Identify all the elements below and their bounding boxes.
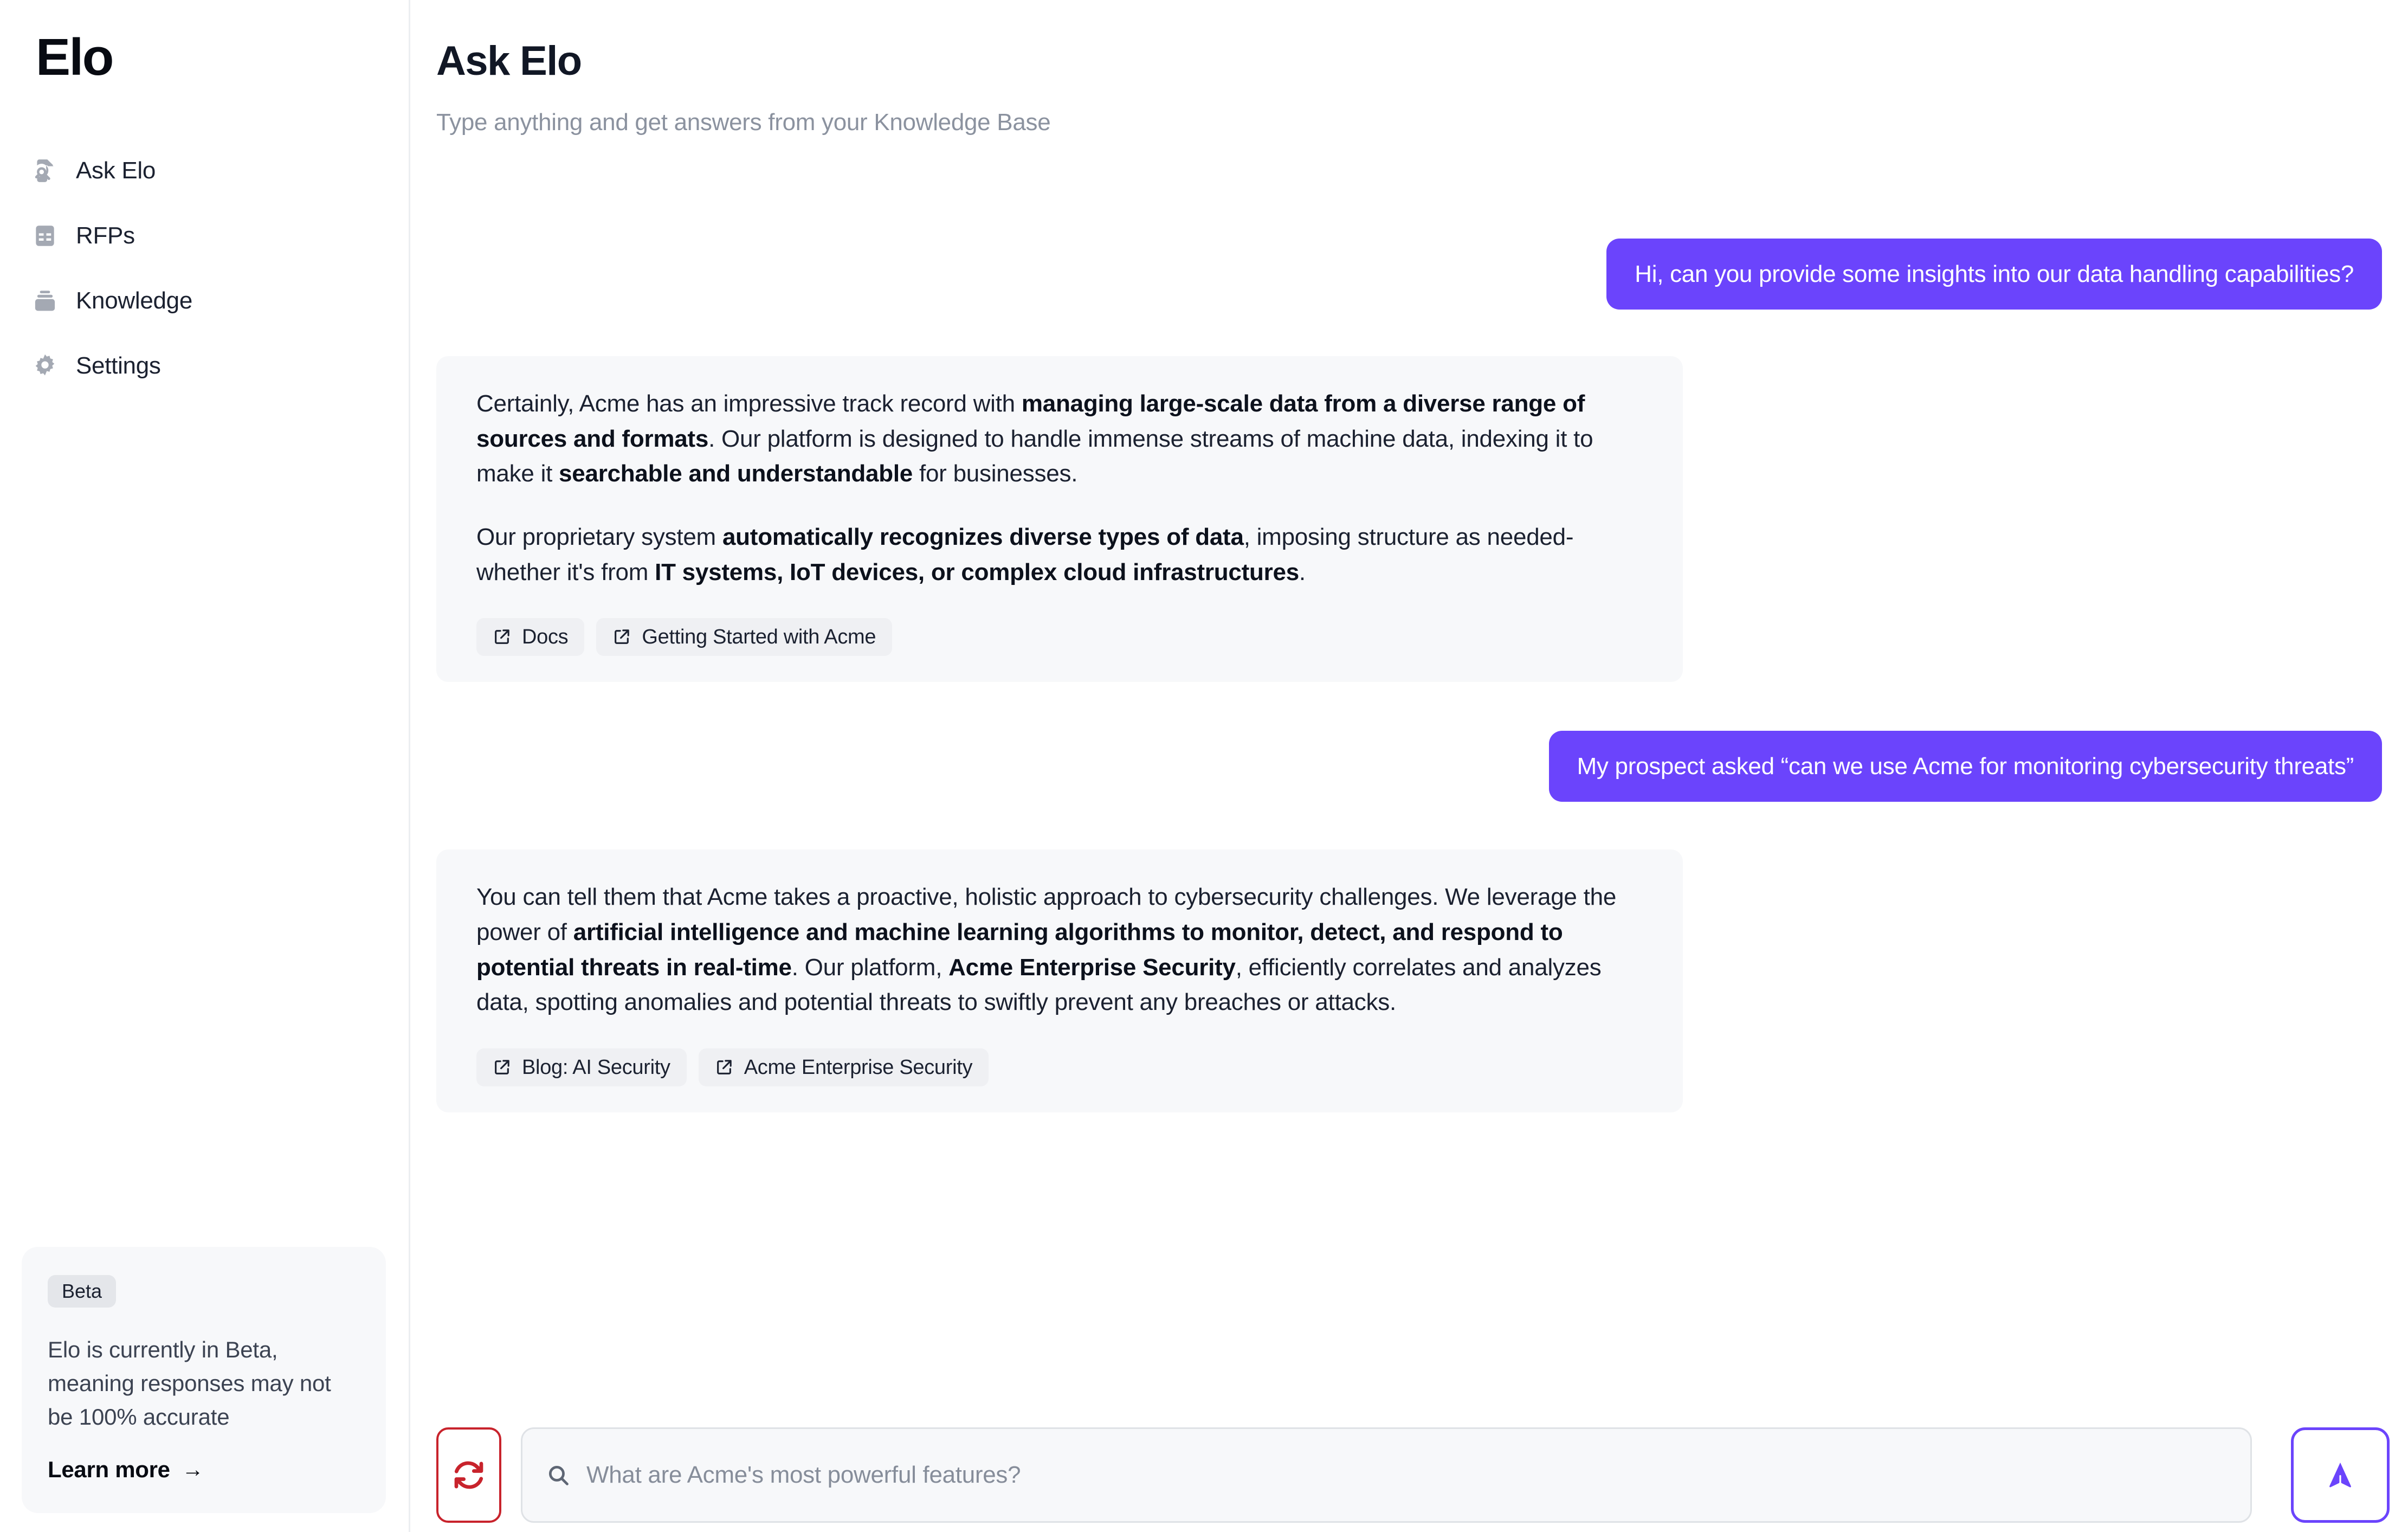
assistant-paragraph: Our proprietary system automatically rec… <box>476 520 1643 590</box>
text-run: for businesses. <box>913 460 1078 487</box>
sidebar-item-ask-elo[interactable]: Ask Elo <box>0 138 410 203</box>
beta-description: Elo is currently in Beta, meaning respon… <box>48 1336 331 1430</box>
citation-chip-label: Acme Enterprise Security <box>744 1056 973 1079</box>
external-link-icon <box>715 1058 733 1077</box>
main-content: Ask Elo Type anything and get answers fr… <box>410 0 2408 1532</box>
citation-chip-list: Docs Getting Started with Acme <box>476 618 1643 656</box>
beta-notice-card: Beta Elo is currently in Beta, meaning r… <box>22 1246 386 1513</box>
citation-chip-label: Blog: AI Security <box>522 1056 670 1079</box>
text-run-bold: IT systems, IoT devices, or complex clou… <box>655 558 1299 585</box>
arrow-right-icon: → <box>182 1458 204 1482</box>
sidebar-item-label: Knowledge <box>76 287 193 314</box>
user-message-bubble: Hi, can you provide some insights into o… <box>1606 239 2382 310</box>
refresh-icon <box>452 1458 486 1492</box>
chat-thread: Hi, can you provide some insights into o… <box>410 239 2408 1418</box>
text-run-bold: Acme Enterprise Security <box>948 954 1236 981</box>
text-run: Certainly, Acme has an impressive track … <box>476 390 1022 417</box>
status-badge: Beta <box>48 1274 117 1308</box>
search-icon <box>546 1463 570 1487</box>
text-run: . <box>1299 558 1306 585</box>
external-link-icon <box>612 628 631 646</box>
text-run: Our proprietary system <box>476 524 722 551</box>
text-run-bold: searchable and understandable <box>559 460 913 487</box>
citation-chip[interactable]: Blog: AI Security <box>476 1048 687 1087</box>
sidebar: Elo Ask Elo RFPs Knowledge Settings Beta… <box>0 0 410 1532</box>
table-icon <box>31 222 59 249</box>
chat-message-assistant: Certainly, Acme has an impressive track … <box>436 356 2382 683</box>
sidebar-item-knowledge[interactable]: Knowledge <box>0 268 410 333</box>
learn-more-link[interactable]: Learn more → <box>48 1457 360 1483</box>
citation-chip-label: Getting Started with Acme <box>642 626 876 649</box>
page-title: Ask Elo <box>436 38 582 84</box>
citation-chip[interactable]: Docs <box>476 618 585 656</box>
assistant-paragraph: You can tell them that Acme takes a proa… <box>476 880 1643 1020</box>
sidebar-item-rfps[interactable]: RFPs <box>0 203 410 268</box>
chat-message-assistant: You can tell them that Acme takes a proa… <box>436 849 2382 1113</box>
page-subtitle: Type anything and get answers from your … <box>436 109 1051 136</box>
text-run: . Our platform, <box>791 954 949 981</box>
reset-conversation-button[interactable] <box>436 1427 501 1523</box>
sidebar-item-label: Settings <box>76 352 161 379</box>
user-message-bubble: My prospect asked “can we use Acme for m… <box>1548 731 2382 802</box>
citation-chip-label: Docs <box>522 626 569 649</box>
search-input[interactable] <box>586 1462 2226 1489</box>
external-link-icon <box>493 1058 511 1077</box>
sidebar-nav: Ask Elo RFPs Knowledge Settings <box>0 138 410 398</box>
external-link-icon <box>493 628 511 646</box>
composer-bar <box>436 1418 2408 1532</box>
send-arrow-icon <box>2322 1457 2358 1493</box>
assistant-message-bubble: Certainly, Acme has an impressive track … <box>436 356 1683 683</box>
chat-message-user: Hi, can you provide some insights into o… <box>436 239 2382 310</box>
app-logo: Elo <box>36 28 114 86</box>
app-root: Elo Ask Elo RFPs Knowledge Settings Beta… <box>0 0 2408 1532</box>
citation-chip-list: Blog: AI Security Acme Enterprise Securi… <box>476 1048 1643 1087</box>
citation-chip[interactable]: Getting Started with Acme <box>596 618 893 656</box>
sidebar-item-label: Ask Elo <box>76 157 156 184</box>
assistant-message-bubble: You can tell them that Acme takes a proa… <box>436 849 1683 1113</box>
file-search-icon <box>31 157 59 184</box>
chat-message-user: My prospect asked “can we use Acme for m… <box>436 731 2382 802</box>
sidebar-item-settings[interactable]: Settings <box>0 333 410 398</box>
gear-icon <box>31 352 59 379</box>
citation-chip[interactable]: Acme Enterprise Security <box>698 1048 989 1087</box>
assistant-paragraph: Certainly, Acme has an impressive track … <box>476 387 1643 492</box>
send-button[interactable] <box>2291 1427 2390 1523</box>
archive-icon <box>31 287 59 314</box>
sidebar-item-label: RFPs <box>76 222 135 249</box>
search-field-wrapper[interactable] <box>521 1427 2252 1523</box>
text-run-bold: automatically recognizes diverse types o… <box>722 524 1244 551</box>
learn-more-label: Learn more <box>48 1457 170 1482</box>
